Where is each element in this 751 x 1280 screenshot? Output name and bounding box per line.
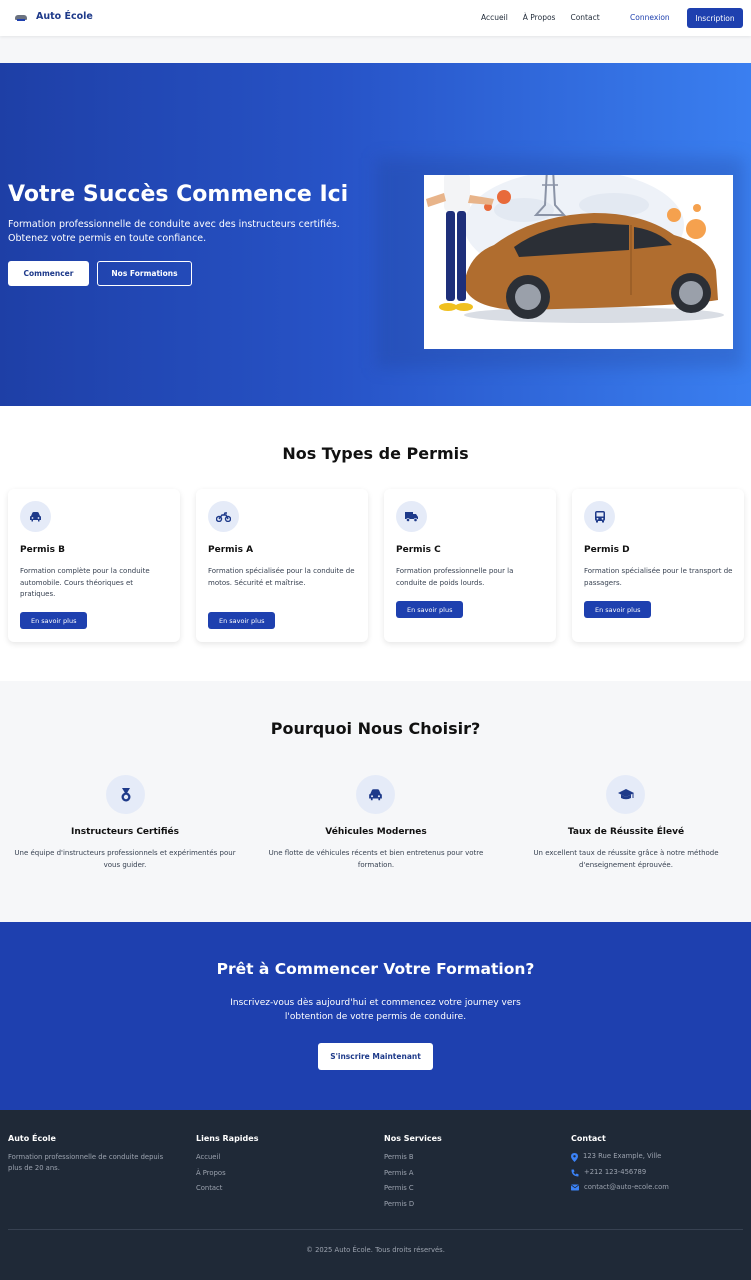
footer-address-text: 123 Rue Example, Ville	[583, 1152, 662, 1160]
nav-link-accueil[interactable]: Accueil	[481, 13, 508, 22]
nav-links: Accueil À Propos Contact	[481, 13, 615, 22]
footer-contact: Contact 123 Rue Example, Ville +212 123-…	[571, 1134, 669, 1199]
permis-card: Permis B Formation complète pour la cond…	[8, 489, 180, 642]
permis-card-title: Permis D	[584, 545, 630, 555]
en-savoir-plus-button[interactable]: En savoir plus	[208, 612, 276, 629]
why-section-title: Pourquoi Nous Choisir?	[270, 719, 481, 738]
footer-email-text[interactable]: contact@auto-ecole.com	[584, 1183, 669, 1191]
brand-name: Auto École	[36, 11, 93, 22]
login-link[interactable]: Connexion	[630, 13, 670, 22]
footer-contact-title: Contact	[571, 1134, 606, 1143]
footer-services: Nos Services Permis B Permis A Permis C …	[384, 1134, 442, 1215]
why-item-description: Un excellent taux de réussite grâce à no…	[533, 849, 719, 869]
graduation-cap-icon	[606, 775, 645, 814]
car-icon	[20, 501, 51, 532]
permis-card: Permis A Formation spécialisée pour la c…	[196, 489, 368, 642]
nav-link-a-propos[interactable]: À Propos	[523, 13, 556, 22]
permis-card: Permis C Formation professionnelle pour …	[384, 489, 556, 642]
hero-section: Votre Succès Commence Ici Formation prof…	[0, 63, 751, 406]
footer-service-permis-a[interactable]: Permis A	[384, 1168, 442, 1184]
footer-link-accueil[interactable]: Accueil	[196, 1152, 258, 1168]
permis-card-title: Permis B	[20, 545, 65, 555]
footer-links-title: Liens Rapides	[196, 1134, 259, 1143]
footer-quick-links: Liens Rapides Accueil À Propos Contact	[196, 1134, 258, 1199]
footer-link-a-propos[interactable]: À Propos	[196, 1168, 258, 1184]
permis-card: Permis D Formation spécialisée pour le t…	[572, 489, 744, 642]
map-pin-icon	[571, 1153, 578, 1162]
hero-image	[424, 175, 733, 349]
truck-icon	[396, 501, 427, 532]
motorcycle-icon	[208, 501, 239, 532]
footer-link-contact[interactable]: Contact	[196, 1183, 258, 1199]
footer-phone: +212 123-456789	[571, 1168, 669, 1184]
cta-section: Prêt à Commencer Votre Formation? Inscri…	[0, 922, 751, 1110]
nav-link-contact[interactable]: Contact	[570, 13, 599, 22]
footer-copyright: © 2025 Auto École. Tous droits réservés.	[306, 1246, 445, 1254]
permis-card-description: Formation spécialisée pour la conduite d…	[208, 567, 355, 587]
footer-service-permis-c[interactable]: Permis C	[384, 1183, 442, 1199]
why-item-description: Une équipe d'instructeurs professionnels…	[14, 849, 236, 869]
permis-card-description: Formation professionnelle pour la condui…	[396, 567, 514, 587]
permis-section-title: Nos Types de Permis	[282, 444, 469, 463]
en-savoir-plus-button[interactable]: En savoir plus	[396, 601, 464, 618]
brand-logo[interactable]: Auto École	[14, 11, 93, 22]
signup-button[interactable]: Inscription	[687, 8, 743, 28]
en-savoir-plus-button[interactable]: En savoir plus	[584, 601, 652, 618]
why-item-title: Taux de Réussite Élevé	[567, 827, 685, 837]
why-item-description: Une flotte de véhicules récents et bien …	[268, 849, 484, 869]
driving-instructor-car-paris-illustration	[426, 175, 724, 323]
nos-formations-button[interactable]: Nos Formations	[97, 261, 192, 286]
footer-divider	[8, 1229, 743, 1230]
footer-services-title: Nos Services	[384, 1134, 442, 1143]
en-savoir-plus-button[interactable]: En savoir plus	[20, 612, 88, 629]
cta-title: Prêt à Commencer Votre Formation?	[216, 960, 535, 978]
permis-card-description: Formation spécialisée pour le transport …	[584, 567, 733, 587]
hero-subtitle: Formation professionnelle de conduite av…	[8, 219, 340, 244]
why-item-title: Instructeurs Certifiés	[70, 827, 179, 837]
footer-service-permis-d[interactable]: Permis D	[384, 1199, 442, 1215]
footer-email: contact@auto-ecole.com	[571, 1183, 669, 1199]
permis-card-title: Permis A	[208, 545, 254, 555]
hero-title: Votre Succès Commence Ici	[8, 182, 349, 207]
why-item-title: Véhicules Modernes	[325, 827, 427, 837]
footer-address: 123 Rue Example, Ville	[571, 1152, 669, 1168]
footer-service-permis-b[interactable]: Permis B	[384, 1152, 442, 1168]
footer-phone-text[interactable]: +212 123-456789	[584, 1168, 646, 1176]
sinscrire-button[interactable]: S'inscrire Maintenant	[318, 1043, 433, 1070]
cta-subtitle: Inscrivez-vous dès aujourd'hui et commen…	[230, 998, 521, 1022]
top-navbar: Auto École Accueil À Propos Contact Conn…	[0, 0, 751, 36]
footer-about-title: Auto École	[8, 1134, 56, 1143]
phone-icon	[571, 1169, 579, 1177]
footer: Auto École Formation professionnelle de …	[0, 1110, 751, 1280]
permis-card-description: Formation complète pour la conduite auto…	[20, 567, 150, 598]
envelope-icon	[571, 1184, 579, 1191]
car-logo-icon	[14, 13, 28, 21]
commencer-button[interactable]: Commencer	[8, 261, 89, 286]
car-icon	[356, 775, 395, 814]
permis-card-title: Permis C	[396, 545, 441, 555]
footer-about: Auto École Formation professionnelle de …	[8, 1134, 168, 1174]
footer-about-text: Formation professionnelle de conduite de…	[8, 1153, 164, 1172]
medal-icon	[106, 775, 145, 814]
bus-icon	[584, 501, 615, 532]
